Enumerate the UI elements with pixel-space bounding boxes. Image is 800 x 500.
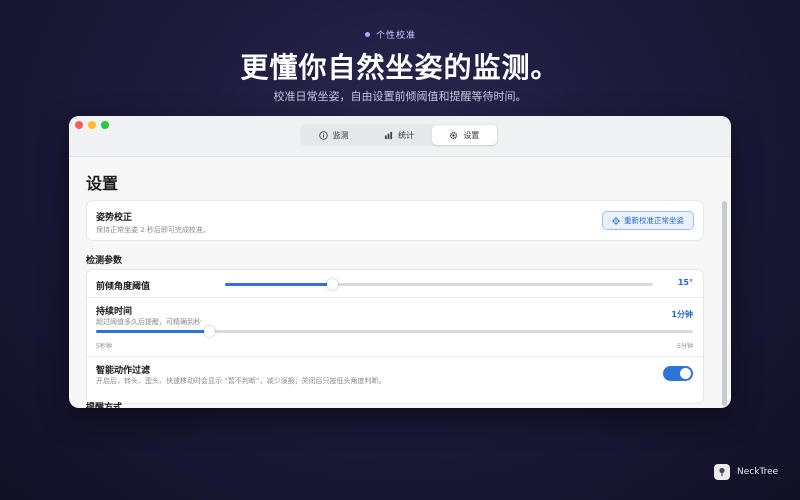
threshold-slider-fill	[225, 283, 332, 286]
duration-label: 持续时间	[96, 307, 133, 317]
gear-icon	[450, 131, 458, 139]
tab-stats[interactable]: 统计	[366, 125, 431, 145]
tab-bar: 监测 统计 设置	[300, 124, 498, 146]
recalibrate-button[interactable]: 重新校准正常坐姿	[602, 211, 694, 230]
badge-label: 个性校准	[376, 30, 417, 41]
duration-min-label: 5秒钟	[96, 343, 112, 350]
page-title: 设置	[86, 174, 119, 193]
app-logo-icon	[714, 464, 730, 480]
threshold-value: 15°	[677, 278, 693, 287]
minimize-window-button[interactable]	[88, 121, 96, 129]
posture-title: 姿势校正	[96, 213, 133, 223]
posture-card: 姿势校正 保持正常坐姿 2 秒后即可完成校准。 重新校准正常坐姿	[86, 200, 704, 241]
scrollbar[interactable]	[722, 201, 727, 406]
target-icon	[612, 216, 620, 225]
toggle-knob	[680, 368, 691, 379]
bar-chart-icon	[384, 131, 393, 139]
tree-icon	[719, 467, 725, 476]
tab-monitor-label: 监测	[332, 130, 349, 140]
row-divider	[87, 356, 703, 357]
settings-content: 设置 姿势校正 保持正常坐姿 2 秒后即可完成校准。 重新校准正常坐姿 检测参数…	[69, 157, 731, 408]
posture-subtitle: 保持正常坐姿 2 秒后即可完成校准。	[96, 226, 210, 234]
row-divider	[87, 297, 703, 298]
tab-settings[interactable]: 设置	[431, 125, 497, 145]
badge: 个性校准	[365, 26, 416, 42]
badge-dot-icon	[365, 31, 370, 37]
tab-stats-label: 统计	[397, 130, 414, 140]
title-bar: 监测 统计 设置	[69, 116, 731, 157]
brand-name: NeckTree	[737, 467, 779, 477]
duration-max-label: 5分钟	[677, 343, 693, 350]
threshold-slider[interactable]	[225, 279, 653, 290]
threshold-label: 前倾角度阈值	[96, 282, 151, 292]
info-icon	[318, 130, 328, 140]
duration-slider[interactable]	[96, 326, 693, 337]
tab-settings-label: 设置	[463, 130, 480, 140]
zoom-window-button[interactable]	[101, 121, 109, 129]
detection-card: 前倾角度阈值 15° 持续时间 超过阈值多久后提醒，可精确到秒 1分钟 5秒钟 …	[86, 269, 704, 404]
smart-filter-toggle[interactable]	[663, 366, 693, 381]
close-window-button[interactable]	[75, 121, 83, 129]
duration-slider-fill	[96, 330, 210, 333]
reminder-section-title: 提醒方式	[86, 403, 123, 408]
smart-filter-label: 智能动作过滤	[96, 366, 151, 376]
recalibrate-label: 重新校准正常坐姿	[624, 216, 684, 225]
brand: NeckTree	[714, 464, 778, 480]
duration-value: 1分钟	[671, 310, 693, 319]
duration-slider-thumb[interactable]	[203, 326, 215, 337]
app-window: 监测 统计 设置 设置 姿势校正 保持正常坐姿 2 秒后即可完成校准。 重新校准…	[69, 116, 731, 408]
detection-section-title: 检测参数	[86, 256, 123, 266]
tab-monitor[interactable]: 监测	[301, 125, 366, 145]
threshold-slider-thumb[interactable]	[326, 279, 338, 290]
duration-hint: 超过阈值多久后提醒，可精确到秒	[96, 318, 201, 326]
hero-title: 更懂你自然坐姿的监测。	[240, 51, 560, 84]
smart-filter-hint: 开启后，转头、歪头、快速移动时会显示 “暂不判断”，减少误报；关闭后只按低头角度…	[96, 377, 386, 385]
hero-subtitle: 校准日常坐姿，自由设置前倾阈值和提醒等待时间。	[273, 90, 527, 103]
